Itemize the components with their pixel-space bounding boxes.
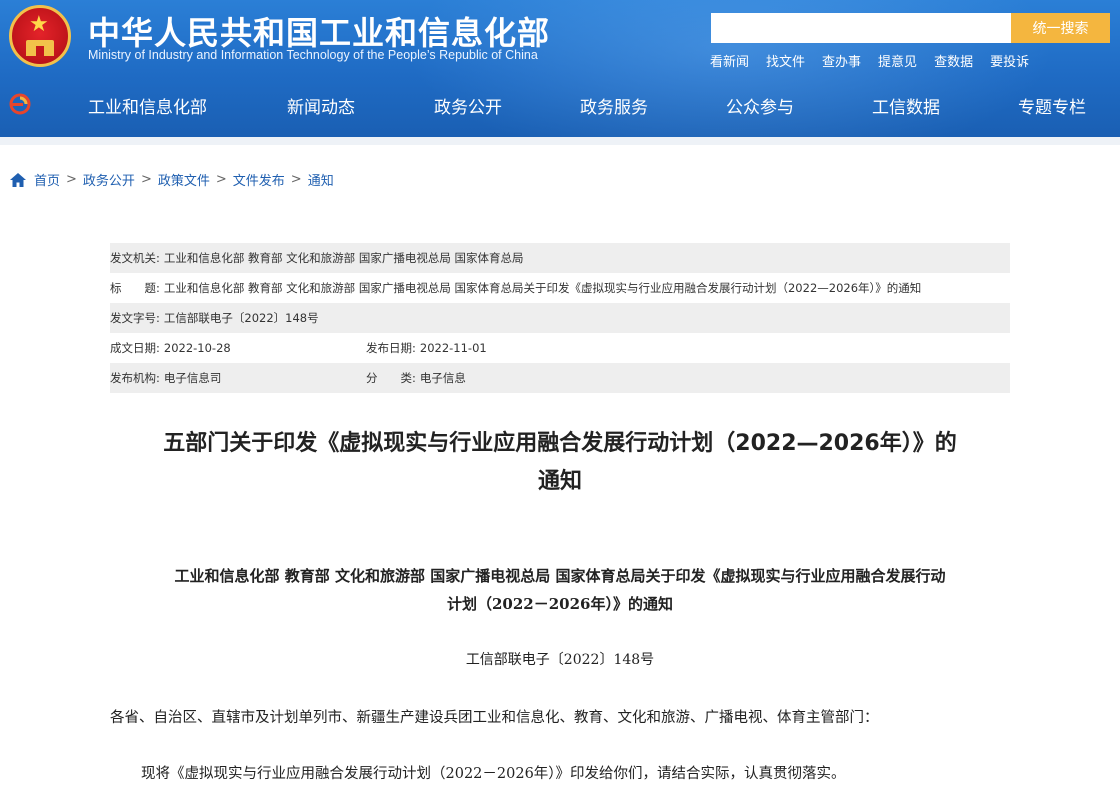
quick-link-feedback[interactable]: 提意见 xyxy=(878,51,917,70)
meta-value-published-date: 2022-11-01 xyxy=(419,341,487,355)
nav-logo-icon[interactable] xyxy=(8,93,32,115)
meta-value-issuer: 工业和信息化部 教育部 文化和旅游部 国家广播电视总局 国家体育总局 xyxy=(163,251,524,265)
meta-row-doc-no: 发文字号: 工信部联电子〔2022〕148号 xyxy=(110,303,1010,333)
article-title: 五部门关于印发《虚拟现实与行业应用融合发展行动计划（2022—2026年）》的 … xyxy=(110,425,1010,501)
main-nav: 工业和信息化部 新闻动态 政务公开 政务服务 公众参与 工信数据 专题专栏 xyxy=(50,78,1120,130)
article-subtitle-line-1: 工业和信息化部 教育部 文化和旅游部 国家广播电视总局 国家体育总局关于印发《虚… xyxy=(174,567,946,585)
meta-row-org: 发布机构: 电子信息司 分 类: 电子信息 xyxy=(110,363,1010,393)
breadcrumb-separator: > xyxy=(140,172,152,187)
nav-item-gov-affairs[interactable]: 政务公开 xyxy=(434,93,502,118)
national-emblem-icon[interactable]: ★ xyxy=(9,5,71,67)
nav-item-data[interactable]: 工信数据 xyxy=(872,93,940,118)
breadcrumb-separator: > xyxy=(66,172,77,187)
meta-value-doc-no: 工信部联电子〔2022〕148号 xyxy=(163,311,319,325)
nav-item-home[interactable]: 工业和信息化部 xyxy=(88,93,207,118)
quick-link-news[interactable]: 看新闻 xyxy=(710,51,749,70)
document-meta-table: 发文机关: 工业和信息化部 教育部 文化和旅游部 国家广播电视总局 国家体育总局… xyxy=(110,243,1010,393)
meta-value-org: 电子信息司 xyxy=(163,371,222,385)
quick-links: 看新闻 找文件 查办事 提意见 查数据 要投诉 xyxy=(710,51,1029,70)
breadcrumb-separator: > xyxy=(215,172,227,187)
meta-row-title: 标 题: 工业和信息化部 教育部 文化和旅游部 国家广播电视总局 国家体育总局关… xyxy=(110,273,1010,303)
meta-label-written-date: 成文日期: xyxy=(110,341,160,355)
meta-label-org: 发布机构: xyxy=(110,371,160,385)
header-divider xyxy=(0,137,1120,145)
meta-label-title: 标 题: xyxy=(110,281,160,295)
nav-item-topics[interactable]: 专题专栏 xyxy=(1018,93,1086,118)
meta-row-issuer: 发文机关: 工业和信息化部 教育部 文化和旅游部 国家广播电视总局 国家体育总局 xyxy=(110,243,1010,273)
breadcrumb-gov-affairs[interactable]: 政务公开 xyxy=(83,170,135,189)
meta-label-published-date: 发布日期: xyxy=(366,341,416,355)
quick-link-data[interactable]: 查数据 xyxy=(934,51,973,70)
search-input[interactable] xyxy=(711,13,1011,43)
meta-label-category: 分 类: xyxy=(366,371,416,385)
quick-link-files[interactable]: 找文件 xyxy=(766,51,805,70)
meta-value-category: 电子信息 xyxy=(419,371,466,385)
meta-label-doc-no: 发文字号: xyxy=(110,311,160,325)
article-doc-number: 工信部联电子〔2022〕148号 xyxy=(465,652,655,668)
quick-link-services[interactable]: 查办事 xyxy=(822,51,861,70)
breadcrumb-notice[interactable]: 通知 xyxy=(308,170,334,189)
article-subtitle: 工业和信息化部 教育部 文化和旅游部 国家广播电视总局 国家体育总局关于印发《虚… xyxy=(110,562,1010,618)
site-subtitle: Ministry of Industry and Information Tec… xyxy=(88,48,538,62)
search-button[interactable]: 统一搜索 xyxy=(1011,13,1110,43)
article-subtitle-line-2: 计划（2022－2026年）》的通知 xyxy=(447,595,673,613)
nav-item-gov-services[interactable]: 政务服务 xyxy=(580,93,648,118)
breadcrumb-doc-release[interactable]: 文件发布 xyxy=(233,170,285,189)
article-paragraph: 现将《虚拟现实与行业应用融合发展行动计划（2022－2026年）》印发给你们，请… xyxy=(141,766,846,782)
home-icon[interactable] xyxy=(10,172,26,187)
meta-value-title: 工业和信息化部 教育部 文化和旅游部 国家广播电视总局 国家体育总局关于印发《虚… xyxy=(163,281,922,295)
nav-item-participation[interactable]: 公众参与 xyxy=(726,93,794,118)
site-header: ★ 中华人民共和国工业和信息化部 Ministry of Industry an… xyxy=(0,0,1120,137)
nav-item-news[interactable]: 新闻动态 xyxy=(287,93,355,118)
meta-row-dates: 成文日期: 2022-10-28 发布日期: 2022-11-01 xyxy=(110,333,1010,363)
meta-label-issuer: 发文机关: xyxy=(110,251,160,265)
article-title-line-1: 五部门关于印发《虚拟现实与行业应用融合发展行动计划（2022—2026年）》的 xyxy=(163,431,957,456)
breadcrumb-policy-docs[interactable]: 政策文件 xyxy=(158,170,210,189)
meta-value-written-date: 2022-10-28 xyxy=(163,341,231,355)
breadcrumb-separator: > xyxy=(290,172,302,187)
article-addressees: 各省、自治区、直辖市及计划单列市、新疆生产建设兵团工业和信息化、教育、文化和旅游… xyxy=(110,710,879,726)
breadcrumb-home[interactable]: 首页 xyxy=(34,170,60,189)
quick-link-complaint[interactable]: 要投诉 xyxy=(990,51,1029,70)
breadcrumb: 首页 > 政务公开 > 政策文件 > 文件发布 > 通知 xyxy=(10,170,334,189)
article-title-line-2: 通知 xyxy=(537,469,582,494)
